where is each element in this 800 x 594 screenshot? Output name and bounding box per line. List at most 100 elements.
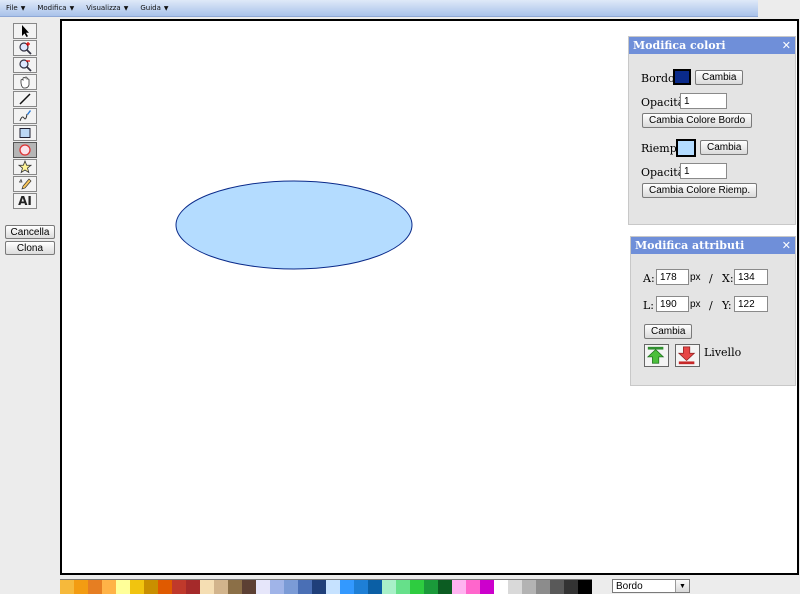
x-label: X:: [722, 272, 734, 285]
colors-panel: Modifica colori ✕ Bordo: Cambia Opacità:…: [628, 36, 796, 225]
line-tool[interactable]: [13, 91, 37, 107]
fill-opacity-input[interactable]: [680, 163, 727, 179]
palette-color-swatch[interactable]: [522, 580, 536, 594]
palette-color-swatch[interactable]: [536, 580, 550, 594]
ellipse-tool[interactable]: [13, 142, 37, 158]
arrow-pointer-icon: [22, 25, 29, 37]
border-color-swatch[interactable]: [673, 69, 691, 85]
palette-color-swatch[interactable]: [116, 580, 130, 594]
palette-color-swatch[interactable]: [326, 580, 340, 594]
y-label: Y:: [722, 299, 732, 312]
ellipse-icon: [19, 144, 31, 156]
delete-button[interactable]: Cancella: [5, 225, 55, 239]
palette-color-swatch[interactable]: [214, 580, 228, 594]
palette-color-swatch[interactable]: [186, 580, 200, 594]
y-input[interactable]: [734, 296, 768, 312]
palette-color-swatch[interactable]: [130, 580, 144, 594]
palette-color-swatch[interactable]: [494, 580, 508, 594]
palette-target-value: Bordo: [616, 580, 643, 592]
freehand-tool[interactable]: [13, 108, 37, 124]
palette-color-swatch[interactable]: [298, 580, 312, 594]
palette-color-swatch[interactable]: [284, 580, 298, 594]
text-tool[interactable]: AI: [13, 193, 37, 209]
level-down-button[interactable]: [675, 344, 700, 367]
change-border-button[interactable]: Cambia: [695, 70, 744, 85]
zoom-out-tool[interactable]: [13, 57, 37, 73]
palette-color-swatch[interactable]: [396, 580, 410, 594]
palette-color-swatch[interactable]: [452, 580, 466, 594]
palette-color-swatch[interactable]: [102, 580, 116, 594]
pan-tool[interactable]: [13, 74, 37, 90]
palette-color-swatch[interactable]: [508, 580, 522, 594]
fill-color-swatch[interactable]: [676, 139, 696, 157]
pen-icon: [19, 110, 31, 122]
rectangle-icon: [19, 128, 31, 138]
chevron-down-icon: ▼: [163, 5, 169, 12]
arrow-down-icon: [677, 346, 696, 365]
apply-attributes-button[interactable]: Cambia: [644, 324, 693, 339]
chevron-down-icon: ▼: [20, 5, 26, 12]
height-unit: px: [690, 272, 701, 283]
palette-color-swatch[interactable]: [340, 580, 354, 594]
palette-color-swatch[interactable]: [354, 580, 368, 594]
attributes-panel-title: Modifica attributi: [635, 239, 745, 252]
chevron-down-icon: ▼: [123, 5, 129, 12]
menu-guida[interactable]: Guida ▼: [140, 4, 168, 12]
chevron-down-icon: ▼: [675, 580, 689, 592]
level-label: Livello: [704, 346, 742, 359]
palette-color-swatch[interactable]: [60, 580, 74, 594]
palette-color-swatch[interactable]: [466, 580, 480, 594]
palette-color-swatch[interactable]: [256, 580, 270, 594]
palette-color-swatch[interactable]: [368, 580, 382, 594]
palette-color-swatch[interactable]: [88, 580, 102, 594]
menu-modifica[interactable]: Modifica ▼: [37, 4, 74, 12]
height-input[interactable]: [656, 269, 689, 285]
zoom-out-icon: [19, 59, 32, 72]
palette-color-swatch[interactable]: [270, 580, 284, 594]
width-label: L:: [643, 299, 655, 312]
arrow-up-icon: [646, 346, 665, 364]
zoom-in-tool[interactable]: [13, 40, 37, 56]
palette-color-swatch[interactable]: [312, 580, 326, 594]
palette-color-swatch[interactable]: [228, 580, 242, 594]
line-icon: [19, 93, 31, 105]
palette-color-swatch[interactable]: [438, 580, 452, 594]
separator: /: [709, 272, 713, 285]
palette-color-swatch[interactable]: [550, 580, 564, 594]
rect-tool[interactable]: [13, 125, 37, 141]
attributes-panel-header[interactable]: Modifica attributi ✕: [631, 237, 795, 254]
menu-visualizza[interactable]: Visualizza ▼: [86, 4, 128, 12]
separator: /: [709, 299, 713, 312]
palette-color-swatch[interactable]: [382, 580, 396, 594]
palette-color-swatch[interactable]: [578, 580, 592, 594]
polygon-pencil-icon: [18, 178, 32, 190]
close-icon[interactable]: ✕: [782, 39, 791, 52]
palette-color-swatch[interactable]: [410, 580, 424, 594]
palette-color-swatch[interactable]: [144, 580, 158, 594]
level-up-button[interactable]: [644, 344, 669, 367]
palette-target-select[interactable]: Bordo ▼: [612, 579, 690, 593]
ellipse-shape[interactable]: [175, 180, 413, 270]
change-fill-button[interactable]: Cambia: [700, 140, 749, 155]
palette-color-swatch[interactable]: [158, 580, 172, 594]
palette-color-swatch[interactable]: [424, 580, 438, 594]
palette-color-swatch[interactable]: [480, 580, 494, 594]
close-icon[interactable]: ✕: [782, 239, 791, 252]
star-tool[interactable]: [13, 159, 37, 175]
toolbox: AI: [13, 23, 39, 210]
palette-color-swatch[interactable]: [200, 580, 214, 594]
palette-color-swatch[interactable]: [564, 580, 578, 594]
x-input[interactable]: [734, 269, 768, 285]
change-fill-color-button[interactable]: Cambia Colore Riemp.: [642, 183, 758, 198]
change-border-color-button[interactable]: Cambia Colore Bordo: [642, 113, 753, 128]
palette-color-swatch[interactable]: [74, 580, 88, 594]
palette-color-swatch[interactable]: [172, 580, 186, 594]
width-input[interactable]: [656, 296, 689, 312]
select-tool[interactable]: [13, 23, 37, 39]
palette-color-swatch[interactable]: [242, 580, 256, 594]
poly-tool[interactable]: [13, 176, 37, 192]
clone-button[interactable]: Clona: [5, 241, 55, 255]
menu-file[interactable]: File ▼: [6, 4, 25, 12]
colors-panel-header[interactable]: Modifica colori ✕: [629, 37, 795, 54]
border-opacity-input[interactable]: [680, 93, 727, 109]
